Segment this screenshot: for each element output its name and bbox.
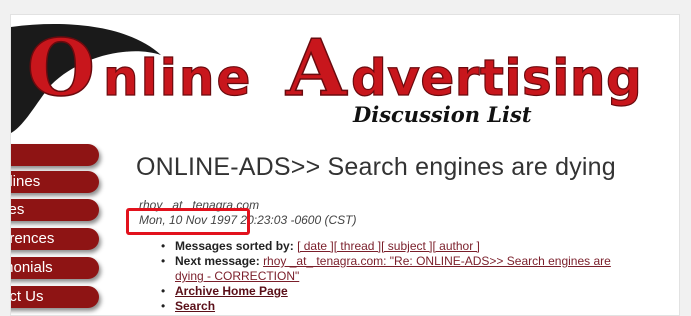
sidebar-nav: e elines ves erences monials act Us — [10, 141, 101, 315]
page-frame: O nline A dvertising Discussion List e e… — [10, 14, 680, 316]
sidebar-item-home[interactable]: e — [11, 144, 99, 166]
logo-initial-o: O — [27, 23, 95, 114]
list-item: Messages sorted by: [ date ][ thread ][ … — [161, 239, 611, 254]
sidebar-item-references[interactable]: erences — [10, 228, 99, 250]
logo-subtitle: Discussion List — [352, 102, 532, 127]
list-item: Search — [161, 299, 611, 314]
sidebar-item-label: erences — [10, 230, 55, 247]
message-time: 20:23:03 -0600 (CST) — [240, 213, 357, 227]
sidebar-item-testimonials[interactable]: monials — [11, 257, 99, 279]
sidebar-item-label: act Us — [10, 288, 44, 305]
sidebar-item-archives[interactable]: ves — [10, 199, 99, 221]
logo-word-nline: nline — [103, 49, 252, 107]
sort-by-thread-link[interactable]: [ thread ] — [334, 239, 381, 253]
sidebar-item-label: ves — [10, 201, 25, 218]
sidebar-item-label: elines — [11, 173, 41, 190]
logo-initial-a: A — [285, 23, 348, 114]
sort-by-date-link[interactable]: [ date ] — [297, 239, 334, 253]
sort-by-author-link[interactable]: [ author ] — [433, 239, 480, 253]
sidebar-item-label: monials — [11, 259, 53, 276]
search-link[interactable]: Search — [175, 299, 215, 313]
archive-home-link[interactable]: Archive Home Page — [175, 284, 288, 298]
next-message-link-cont[interactable]: dying - CORRECTION" — [175, 269, 299, 283]
sorted-by-label: Messages sorted by: — [175, 239, 294, 253]
next-message-label: Next message: — [175, 254, 260, 268]
message-subject: ONLINE-ADS>> Search engines are dying — [136, 153, 616, 181]
next-message-link[interactable]: rhoy _at_ tenagra.com: "Re: ONLINE-ADS>>… — [263, 254, 611, 268]
sidebar-item-label: e — [11, 144, 99, 166]
sort-by-subject-link[interactable]: [ subject ] — [381, 239, 432, 253]
date-highlight-box — [126, 208, 250, 235]
site-logo: O nline A dvertising Discussion List — [11, 22, 642, 134]
list-item: Archive Home Page — [161, 284, 611, 299]
sidebar-item-contact-us[interactable]: act Us — [10, 286, 99, 308]
message-nav-list: Messages sorted by: [ date ][ thread ][ … — [161, 239, 611, 314]
list-item: Next message: rhoy _at_ tenagra.com: "Re… — [161, 254, 611, 284]
site-banner: O nline A dvertising Discussion List — [11, 15, 679, 134]
sidebar-item-guidelines[interactable]: elines — [11, 171, 99, 193]
logo-word-dvertising: dvertising — [351, 49, 642, 107]
